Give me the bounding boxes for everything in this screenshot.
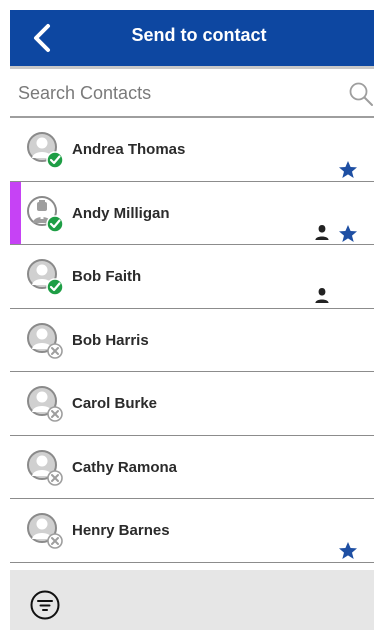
avatar bbox=[27, 386, 63, 422]
contact-name: Andrea Thomas bbox=[72, 141, 186, 158]
contact-name: Bob Harris bbox=[72, 331, 149, 349]
contact-row[interactable]: Henry Barnes bbox=[10, 499, 374, 563]
user-type-icon bbox=[315, 287, 329, 304]
search-input[interactable] bbox=[18, 77, 338, 109]
contact-list: Andrea Thomas Andy Milligan Bob Faith Bo… bbox=[10, 118, 374, 563]
user-type-icon bbox=[315, 224, 329, 240]
status-offline-icon bbox=[47, 469, 63, 486]
avatar bbox=[27, 449, 63, 486]
avatar bbox=[27, 322, 63, 359]
search-bar bbox=[10, 66, 374, 118]
contact-name: Carol Burke bbox=[72, 395, 158, 412]
avatar bbox=[27, 513, 63, 549]
filter-icon[interactable] bbox=[29, 589, 61, 621]
contact-row[interactable]: Cathy Ramona bbox=[10, 435, 374, 499]
status-offline-icon bbox=[47, 406, 63, 422]
status-online-icon bbox=[46, 214, 64, 233]
status-online-icon bbox=[46, 151, 64, 169]
bottom-toolbar bbox=[10, 570, 374, 630]
favorite-star-icon[interactable] bbox=[338, 541, 358, 560]
contact-row[interactable]: Carol Burke bbox=[10, 372, 374, 436]
contact-name: Henry Barnes bbox=[72, 522, 170, 539]
status-online-icon bbox=[46, 278, 64, 296]
contact-name: Cathy Ramona bbox=[72, 458, 178, 476]
contact-row[interactable]: Bob Faith bbox=[10, 245, 374, 309]
status-offline-icon bbox=[47, 342, 63, 359]
contact-row[interactable]: Andy Milligan bbox=[10, 181, 374, 245]
favorite-star-icon[interactable] bbox=[338, 224, 358, 243]
contact-row[interactable]: Bob Harris bbox=[10, 308, 374, 372]
avatar bbox=[27, 259, 64, 296]
contact-name: Andy Milligan bbox=[72, 204, 170, 222]
contact-row[interactable]: Andrea Thomas bbox=[10, 118, 374, 182]
status-offline-icon bbox=[47, 533, 63, 549]
favorite-star-icon[interactable] bbox=[338, 160, 358, 179]
contact-name: Bob Faith bbox=[72, 268, 142, 285]
avatar bbox=[27, 195, 64, 233]
search-icon[interactable] bbox=[348, 81, 374, 107]
avatar bbox=[27, 132, 64, 169]
selected-marker bbox=[10, 181, 21, 244]
app-header: Send to contact bbox=[10, 10, 374, 66]
page-title: Send to contact bbox=[131, 25, 267, 45]
